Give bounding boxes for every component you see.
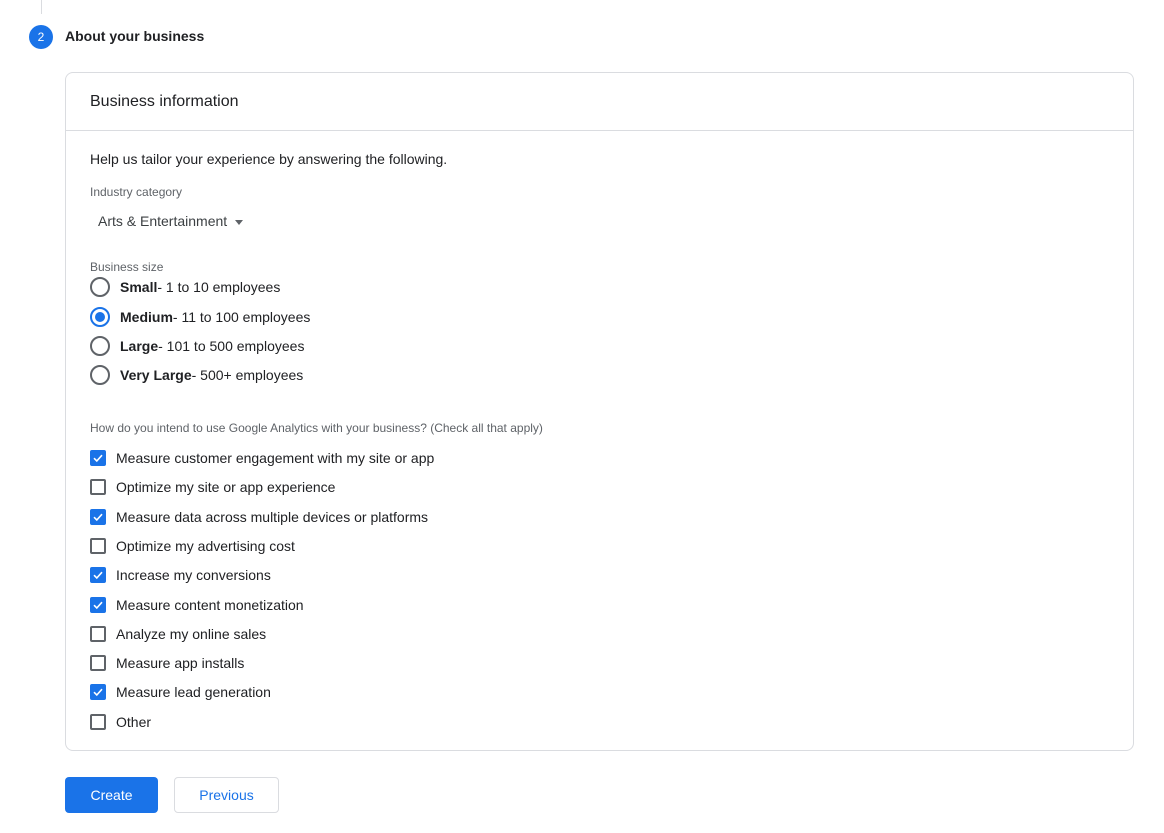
usage-option-label: Analyze my online sales bbox=[116, 625, 267, 642]
checkbox[interactable] bbox=[90, 684, 106, 701]
previous-button[interactable]: Previous bbox=[174, 777, 279, 813]
dropdown-arrow-icon bbox=[235, 219, 244, 225]
checkbox[interactable] bbox=[90, 625, 106, 642]
checkbox[interactable] bbox=[90, 479, 106, 496]
business-size-label: Business size bbox=[90, 260, 164, 274]
stepper-connector-line bbox=[41, 0, 42, 14]
business-size-range: - 1 to 10 employees bbox=[157, 279, 281, 295]
usage-option-label: Measure data across multiple devices or … bbox=[116, 508, 429, 525]
create-button[interactable]: Create bbox=[65, 777, 158, 813]
checkbox[interactable] bbox=[90, 655, 106, 672]
usage-option[interactable]: Optimize my site or app experience bbox=[90, 479, 336, 496]
usage-option[interactable]: Measure app installs bbox=[90, 655, 245, 672]
checkbox[interactable] bbox=[90, 713, 106, 730]
card-title: Business information bbox=[66, 73, 1133, 131]
business-size-name: Small bbox=[120, 279, 158, 295]
industry-category-value: Arts & Entertainment bbox=[98, 213, 228, 229]
usage-option[interactable]: Measure data across multiple devices or … bbox=[90, 508, 429, 525]
business-size-option[interactable]: Very Large - 500+ employees bbox=[90, 365, 303, 385]
business-size-name: Very Large bbox=[120, 367, 192, 383]
checkmark-icon bbox=[93, 513, 103, 521]
checkmark-icon bbox=[93, 571, 103, 580]
radio-button[interactable] bbox=[90, 307, 110, 327]
usage-option-label: Optimize my advertising cost bbox=[116, 537, 295, 554]
step-title: About your business bbox=[65, 28, 205, 44]
usage-option-label: Measure lead generation bbox=[116, 684, 271, 701]
usage-option[interactable]: Other bbox=[90, 713, 152, 730]
usage-option[interactable]: Optimize my advertising cost bbox=[90, 537, 295, 554]
business-size-option[interactable]: Large - 101 to 500 employees bbox=[90, 336, 304, 356]
business-information-card: Business information Help us tailor your… bbox=[65, 72, 1134, 751]
business-size-range: - 101 to 500 employees bbox=[158, 338, 305, 354]
usage-option[interactable]: Increase my conversions bbox=[90, 567, 271, 584]
checkmark-icon bbox=[93, 689, 103, 697]
usage-option-label: Optimize my site or app experience bbox=[116, 479, 336, 496]
business-size-option[interactable]: Medium - 11 to 100 employees bbox=[90, 307, 310, 327]
business-size-range: - 11 to 100 employees bbox=[172, 309, 311, 325]
business-size-option[interactable]: Small - 1 to 10 employees bbox=[90, 277, 280, 297]
usage-option-label: Increase my conversions bbox=[116, 567, 271, 584]
radio-button[interactable] bbox=[90, 365, 110, 385]
usage-option[interactable]: Measure lead generation bbox=[90, 684, 271, 701]
intro-text: Help us tailor your experience by answer… bbox=[90, 151, 448, 167]
industry-category-dropdown[interactable]: Arts & Entertainment bbox=[98, 213, 244, 229]
step-number-badge: 2 bbox=[29, 25, 53, 49]
industry-category-label: Industry category bbox=[90, 185, 183, 199]
usage-option-label: Measure customer engagement with my site… bbox=[116, 450, 435, 466]
business-size-name: Medium bbox=[120, 309, 173, 325]
usage-option[interactable]: Measure content monetization bbox=[90, 596, 304, 613]
usage-option-label: Measure content monetization bbox=[116, 596, 304, 613]
usage-option-label: Measure app installs bbox=[116, 655, 245, 672]
radio-button[interactable] bbox=[90, 277, 110, 297]
business-size-range: - 500+ employees bbox=[191, 367, 304, 383]
checkbox[interactable] bbox=[90, 567, 106, 584]
checkmark-icon bbox=[93, 601, 103, 609]
usage-question-label: How do you intend to use Google Analytic… bbox=[90, 421, 543, 435]
checkbox[interactable] bbox=[90, 508, 106, 525]
checkbox[interactable] bbox=[90, 450, 106, 466]
usage-option[interactable]: Measure customer engagement with my site… bbox=[90, 450, 434, 466]
business-size-name: Large bbox=[120, 338, 159, 354]
usage-option[interactable]: Analyze my online sales bbox=[90, 625, 267, 642]
usage-option-label: Other bbox=[116, 713, 152, 730]
radio-button[interactable] bbox=[90, 336, 110, 356]
checkbox[interactable] bbox=[90, 537, 106, 554]
checkbox[interactable] bbox=[90, 596, 106, 613]
checkmark-icon bbox=[93, 454, 103, 463]
